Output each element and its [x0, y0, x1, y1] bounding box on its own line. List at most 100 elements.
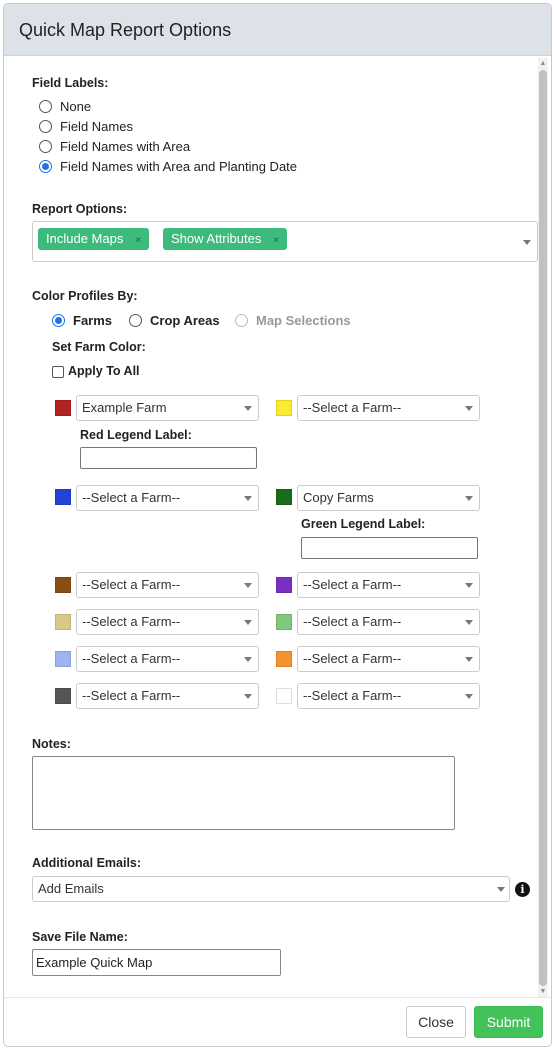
farm-select-brown[interactable]: --Select a Farm-- [76, 572, 259, 598]
radio-disabled-icon [235, 314, 248, 327]
apply-to-all-label: Apply To All [68, 364, 140, 378]
farm-select-value: --Select a Farm-- [82, 614, 181, 629]
color-swatch-purple [276, 577, 292, 593]
chevron-down-icon [465, 406, 473, 411]
farm-select-value: --Select a Farm-- [82, 577, 181, 592]
chevron-down-icon [244, 406, 252, 411]
field-label-option-text: Field Names with Area and Planting Date [60, 159, 298, 174]
field-label-option-text: None [60, 99, 92, 114]
red-legend-label: Red Legend Label: [80, 428, 192, 442]
additional-emails-select[interactable]: Add Emails [32, 876, 510, 902]
tag-remove-icon[interactable]: × [273, 235, 279, 246]
radio-checked-icon[interactable] [52, 314, 65, 327]
field-label-option-names-area-planting[interactable]: Field Names with Area and Planting Date [39, 159, 297, 174]
modal-title: Quick Map Report Options [19, 20, 232, 40]
color-swatch-yellow [276, 400, 292, 416]
farm-select-value: --Select a Farm-- [82, 651, 181, 666]
color-swatch-green [276, 489, 292, 505]
color-swatch-brown [55, 577, 71, 593]
farm-select-white[interactable]: --Select a Farm-- [297, 683, 480, 709]
farm-select-light-blue[interactable]: --Select a Farm-- [76, 646, 259, 672]
color-swatch-white [276, 688, 292, 704]
farm-select-orange[interactable]: --Select a Farm-- [297, 646, 480, 672]
color-swatch-light-green [276, 614, 292, 630]
farm-select-tan[interactable]: --Select a Farm-- [76, 609, 259, 635]
info-icon[interactable]: i [515, 882, 530, 897]
radio-icon[interactable] [39, 120, 52, 133]
color-profile-map-selections: Map Selections [235, 313, 351, 328]
submit-button[interactable]: Submit [474, 1006, 543, 1038]
farm-select-value: --Select a Farm-- [82, 688, 181, 703]
field-label-option-text: Field Names with Area [60, 139, 191, 154]
farm-select-value: --Select a Farm-- [82, 490, 181, 505]
green-legend-input[interactable] [301, 537, 478, 559]
field-label-option-text: Field Names [60, 119, 133, 134]
notes-heading: Notes: [32, 737, 71, 751]
chevron-down-icon [244, 620, 252, 625]
farm-select-value: --Select a Farm-- [303, 400, 402, 415]
chevron-down-icon [465, 694, 473, 699]
radio-icon[interactable] [39, 100, 52, 113]
chevron-down-icon [497, 887, 505, 892]
color-swatch-tan [55, 614, 71, 630]
farm-select-blue[interactable]: --Select a Farm-- [76, 485, 259, 511]
chevron-down-icon[interactable] [523, 240, 531, 245]
checkbox-icon[interactable] [52, 365, 64, 378]
farm-select-value: Example Farm [82, 400, 167, 415]
color-profile-crop-areas[interactable]: Crop Areas [129, 313, 220, 328]
chevron-down-icon [465, 657, 473, 662]
tag-include-maps: Include Maps × [38, 228, 150, 250]
chevron-down-icon [244, 583, 252, 588]
chevron-down-icon [465, 620, 473, 625]
report-options-heading: Report Options: [32, 202, 128, 216]
farm-select-value: --Select a Farm-- [303, 614, 402, 629]
close-button[interactable]: Close [406, 1006, 466, 1038]
tag-label: Include Maps [46, 231, 124, 246]
tag-show-attributes: Show Attributes × [163, 228, 288, 250]
chevron-down-icon [465, 583, 473, 588]
modal-header: Quick Map Report Options [4, 4, 551, 56]
field-labels-heading: Field Labels: [32, 76, 109, 90]
farm-select-green[interactable]: Copy Farms [297, 485, 480, 511]
scrollbar-thumb[interactable] [539, 70, 547, 986]
color-profile-text: Farms [73, 313, 113, 328]
color-profile-farms[interactable]: Farms [52, 313, 112, 328]
report-options-select[interactable]: Include Maps × Show Attributes × [32, 221, 538, 262]
color-swatch-light-blue [55, 651, 71, 667]
color-swatch-orange [276, 651, 292, 667]
additional-emails-heading: Additional Emails: [32, 856, 142, 870]
field-label-option-none[interactable]: None [39, 99, 91, 114]
chevron-down-icon [244, 694, 252, 699]
farm-select-value: --Select a Farm-- [303, 651, 402, 666]
scroll-down-icon[interactable]: ▼ [539, 988, 547, 996]
scroll-up-icon[interactable]: ▲ [539, 60, 547, 68]
green-legend-label: Green Legend Label: [301, 517, 426, 531]
radio-icon[interactable] [39, 140, 52, 153]
field-label-option-field-names[interactable]: Field Names [39, 119, 133, 134]
farm-select-value: --Select a Farm-- [303, 577, 402, 592]
farm-select-yellow[interactable]: --Select a Farm-- [297, 395, 480, 421]
notes-textarea[interactable] [32, 756, 455, 830]
red-legend-input[interactable] [80, 447, 257, 469]
farm-select-value: --Select a Farm-- [303, 688, 402, 703]
color-profile-text: Crop Areas [150, 313, 220, 328]
scrollbar[interactable]: ▲ ▼ [538, 58, 548, 998]
radio-checked-icon[interactable] [39, 160, 52, 173]
set-farm-color-heading: Set Farm Color: [52, 340, 146, 354]
field-label-option-names-area[interactable]: Field Names with Area [39, 139, 190, 154]
color-swatch-red [55, 400, 71, 416]
tag-label: Show Attributes [171, 231, 262, 246]
apply-to-all-row[interactable]: Apply To All [52, 364, 140, 378]
footer-divider [4, 997, 551, 998]
farm-select-value: Copy Farms [303, 490, 374, 505]
tag-remove-icon[interactable]: × [135, 235, 141, 246]
farm-select-dark-gray[interactable]: --Select a Farm-- [76, 683, 259, 709]
color-profile-text: Map Selections [256, 313, 351, 328]
farm-select-red[interactable]: Example Farm [76, 395, 259, 421]
color-swatch-dark-gray [55, 688, 71, 704]
radio-icon[interactable] [129, 314, 142, 327]
farm-select-light-green[interactable]: --Select a Farm-- [297, 609, 480, 635]
farm-select-purple[interactable]: --Select a Farm-- [297, 572, 480, 598]
save-file-heading: Save File Name: [32, 930, 128, 944]
save-file-input[interactable]: Example Quick Map [32, 949, 281, 976]
